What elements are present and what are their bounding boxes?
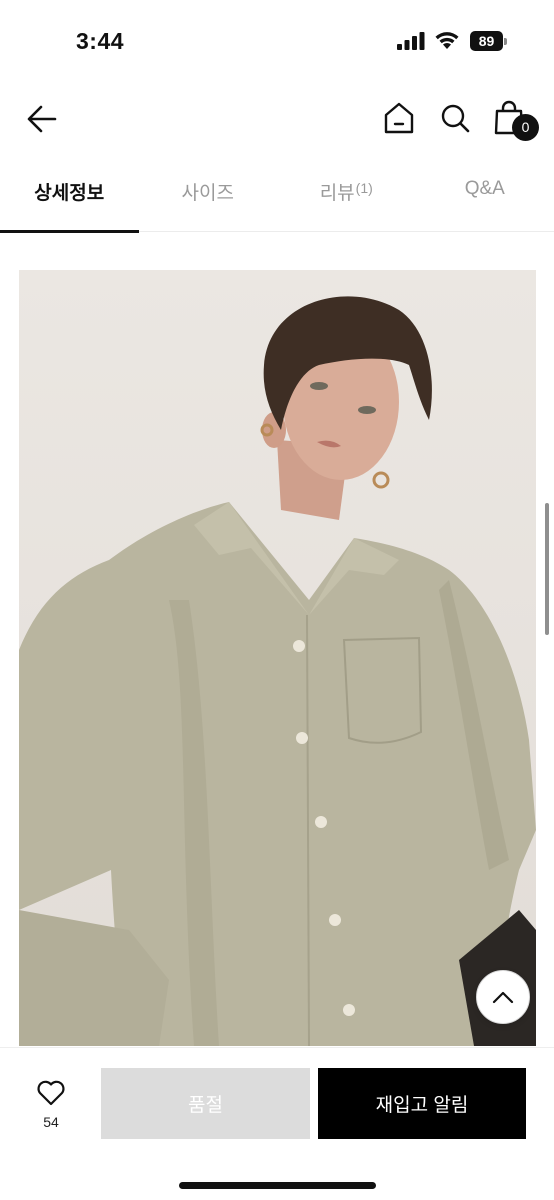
battery-level: 89 bbox=[470, 31, 503, 51]
restock-alert-button[interactable]: 재입고 알림 bbox=[318, 1068, 526, 1139]
review-count: (1) bbox=[355, 180, 373, 196]
back-button[interactable] bbox=[24, 100, 62, 138]
home-indicator bbox=[179, 1182, 376, 1189]
tab-label: 상세정보 bbox=[34, 183, 105, 204]
battery-icon: 89 bbox=[470, 31, 508, 51]
tab-reviews[interactable]: 리뷰 (1) bbox=[277, 160, 416, 232]
cart-button[interactable]: 0 bbox=[492, 98, 542, 142]
product-tabs: 상세정보 사이즈 리뷰 (1) Q&A bbox=[0, 160, 554, 233]
status-time: 3:44 bbox=[76, 28, 125, 54]
tab-label: 사이즈 bbox=[181, 183, 234, 204]
tab-size[interactable]: 사이즈 bbox=[139, 160, 278, 232]
home-button[interactable] bbox=[380, 98, 418, 138]
status-bar: 3:44 89 bbox=[0, 0, 554, 84]
product-image bbox=[19, 270, 536, 1046]
tab-label: Q&A bbox=[464, 178, 505, 199]
search-icon bbox=[441, 104, 470, 133]
search-button[interactable] bbox=[436, 98, 474, 138]
product-photo-illustration bbox=[19, 296, 536, 1046]
back-arrow-icon bbox=[27, 105, 57, 133]
like-button[interactable]: 54 bbox=[22, 1078, 80, 1142]
heart-icon bbox=[37, 1080, 65, 1106]
scroll-to-top-button[interactable] bbox=[476, 970, 530, 1024]
home-icon bbox=[384, 102, 414, 134]
sold-out-button: 품절 bbox=[101, 1068, 310, 1139]
chevron-up-icon bbox=[492, 991, 514, 1004]
like-count: 54 bbox=[43, 1114, 59, 1130]
page-scrollbar[interactable] bbox=[545, 503, 549, 635]
cart-count-badge: 0 bbox=[512, 114, 539, 141]
wifi-icon bbox=[435, 32, 459, 49]
purchase-action-bar: 54 품절 재입고 알림 bbox=[0, 1047, 554, 1200]
top-navigation-bar: 0 bbox=[0, 84, 554, 156]
tab-detail-info[interactable]: 상세정보 bbox=[0, 160, 139, 233]
tab-qna[interactable]: Q&A bbox=[416, 160, 554, 232]
cellular-signal-icon bbox=[397, 32, 425, 50]
tab-label: 리뷰 bbox=[319, 183, 355, 204]
